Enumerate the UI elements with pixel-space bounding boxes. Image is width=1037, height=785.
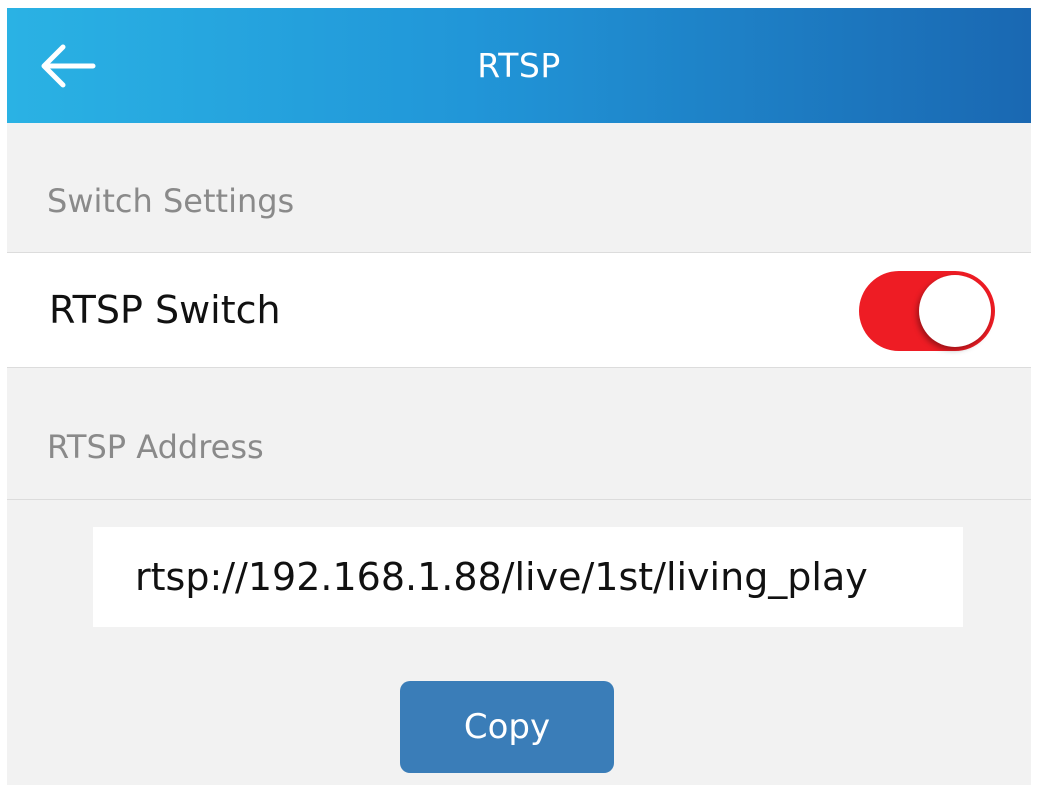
rtsp-switch-row: RTSP Switch [7, 253, 1031, 367]
rtsp-switch-label: RTSP Switch [49, 288, 281, 332]
app-bar: RTSP [7, 8, 1031, 123]
rtsp-address-field[interactable]: rtsp://192.168.1.88/live/1st/living_play [93, 527, 963, 627]
rtsp-switch-toggle[interactable] [859, 271, 995, 351]
rtsp-settings-screen: RTSP Switch Settings RTSP Switch RTSP Ad… [7, 8, 1031, 785]
toggle-knob [919, 275, 991, 347]
section-header-switch-settings: Switch Settings [47, 182, 295, 220]
section-header-rtsp-address: RTSP Address [47, 428, 264, 466]
page-title: RTSP [477, 46, 561, 85]
divider [7, 499, 1031, 500]
copy-button[interactable]: Copy [400, 681, 614, 773]
divider [7, 367, 1031, 368]
